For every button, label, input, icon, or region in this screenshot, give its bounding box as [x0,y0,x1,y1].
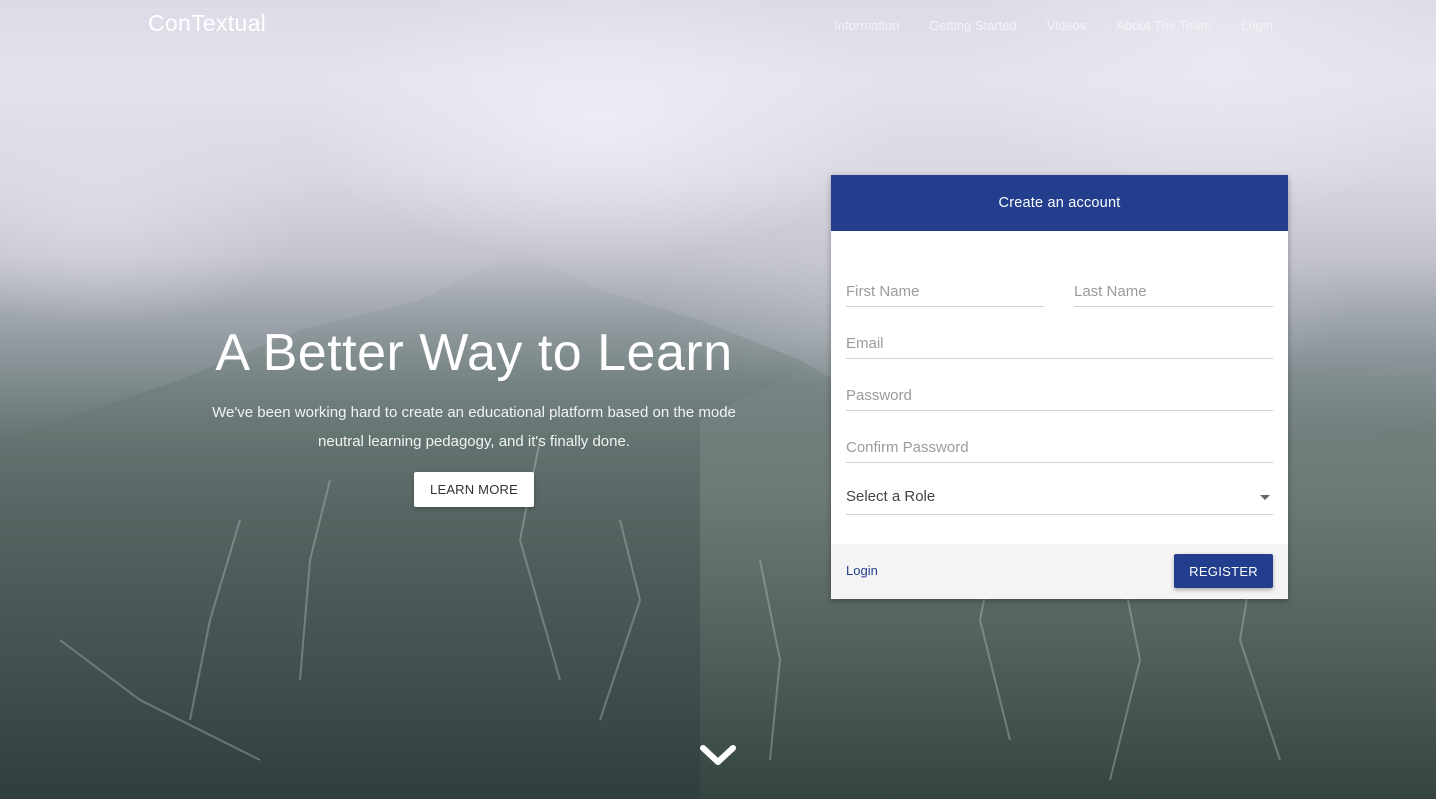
confirm-password-field-wrapper [846,422,1273,463]
nav-link-getting-started[interactable]: Getting Started [929,18,1016,34]
register-card-title: Create an account [998,195,1121,211]
register-form: Select a Role [831,231,1288,544]
hero-title: A Better Way to Learn [215,324,733,382]
email-field-wrapper [846,318,1273,359]
hero-text: A Better Way to Learn We've been working… [170,318,778,507]
last-name-field-wrapper [1074,266,1273,307]
first-name-field[interactable] [846,283,1044,300]
confirm-password-field[interactable] [846,439,1273,456]
email-field[interactable] [846,335,1273,352]
register-card-footer: Login REGISTER [831,544,1288,599]
register-card-header: Create an account [831,175,1288,231]
hero-section: ConTextual Information Getting Started V… [0,0,1436,799]
nav-link-login[interactable]: Login [1241,18,1273,34]
role-select-value: Select a Role [846,488,936,505]
main-nav: Information Getting Started Videos About… [834,18,1273,34]
chevron-down-icon[interactable] [700,740,736,770]
register-button[interactable]: REGISTER [1174,554,1273,588]
learn-more-button[interactable]: LEARN MORE [414,472,534,507]
nav-link-information[interactable]: Information [834,18,899,34]
first-name-field-wrapper [846,266,1044,307]
brand-logo[interactable]: ConTextual [148,10,266,37]
last-name-field[interactable] [1074,283,1273,300]
login-link[interactable]: Login [846,563,878,578]
hero-subtitle-line-2: neutral learning pedagogy, and it's fina… [318,433,630,450]
role-select[interactable]: Select a Role [846,474,1273,515]
register-card: Create an account Select a Role [831,175,1288,599]
nav-link-videos[interactable]: Videos [1047,18,1087,34]
password-field-wrapper [846,370,1273,411]
caret-down-icon [1260,495,1270,500]
hero-subtitle-line-1: We've been working hard to create an edu… [212,404,736,421]
hero-subtitle: We've been working hard to create an edu… [170,398,778,456]
password-field[interactable] [846,387,1273,404]
nav-link-about-the-team[interactable]: About The Team [1116,18,1211,34]
